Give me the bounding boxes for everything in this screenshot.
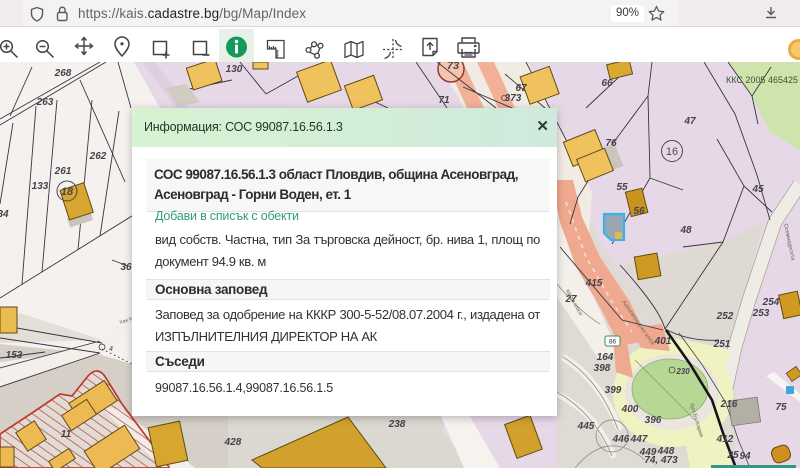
svg-text:48: 48	[679, 225, 692, 236]
svg-text:396: 396	[645, 415, 662, 426]
svg-text:263: 263	[36, 97, 54, 108]
svg-text:94: 94	[739, 451, 751, 462]
svg-text:398: 398	[594, 363, 611, 374]
svg-text:400: 400	[621, 404, 639, 415]
svg-text:401: 401	[654, 336, 672, 347]
svg-text:36: 36	[120, 262, 132, 273]
svg-text:373: 373	[505, 93, 522, 104]
svg-text:34: 34	[0, 209, 9, 220]
svg-text:254: 254	[762, 297, 780, 308]
svg-text:18: 18	[61, 186, 74, 198]
svg-text:75: 75	[775, 402, 787, 413]
svg-text:268: 268	[54, 68, 72, 79]
svg-text:133: 133	[32, 181, 49, 192]
svg-text:25: 25	[726, 450, 739, 461]
svg-text:238: 238	[388, 419, 406, 430]
svg-text:230: 230	[675, 367, 690, 376]
svg-text:47: 47	[683, 116, 696, 127]
svg-text:11: 11	[61, 429, 72, 440]
svg-text:261: 261	[54, 166, 72, 177]
svg-text:55: 55	[616, 182, 628, 193]
svg-text:251: 251	[713, 339, 731, 350]
svg-text:262: 262	[89, 151, 107, 162]
svg-text:16: 16	[666, 146, 678, 158]
svg-text:45: 45	[751, 184, 764, 195]
svg-text:153: 153	[6, 350, 23, 361]
svg-text:74, 473: 74, 473	[644, 455, 678, 466]
svg-text:56: 56	[633, 206, 645, 217]
svg-text:ККС 2005 465425: ККС 2005 465425	[726, 75, 798, 85]
svg-text:415: 415	[585, 278, 603, 289]
svg-text:4: 4	[109, 346, 113, 353]
svg-text:399: 399	[605, 385, 622, 396]
svg-text:428: 428	[224, 437, 242, 448]
svg-text:76: 76	[605, 138, 617, 149]
svg-text:252: 252	[716, 311, 734, 322]
svg-text:86: 86	[609, 339, 617, 346]
svg-text:66: 66	[601, 78, 613, 89]
svg-text:164: 164	[597, 352, 614, 363]
svg-text:446: 446	[612, 434, 630, 445]
svg-text:412: 412	[716, 434, 734, 445]
svg-text:71: 71	[438, 95, 450, 106]
svg-text:253: 253	[752, 308, 770, 319]
svg-text:447: 447	[630, 434, 648, 445]
svg-text:445: 445	[577, 421, 595, 432]
svg-text:216: 216	[720, 399, 738, 410]
